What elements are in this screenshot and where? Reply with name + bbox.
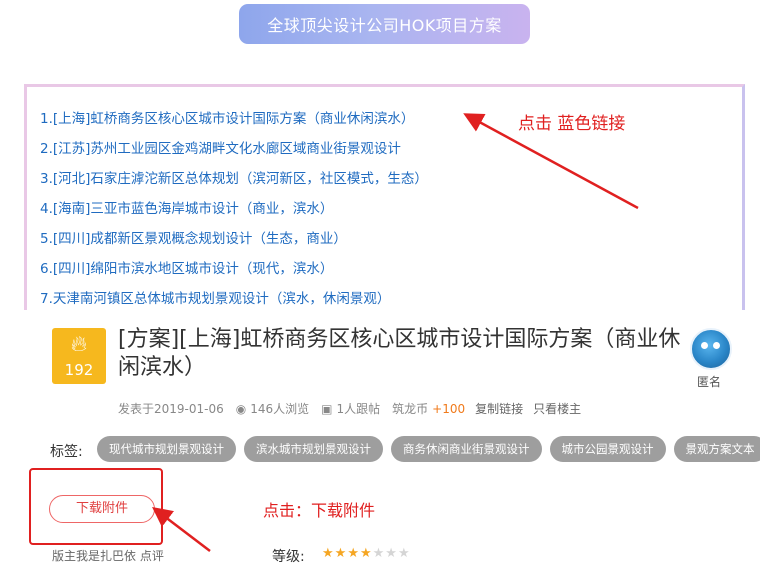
- rating-stars: ★★★★★★★: [322, 546, 411, 561]
- download-attachment-button[interactable]: 下载附件: [49, 495, 155, 523]
- reply-icon: ▣: [321, 401, 333, 416]
- annotation-click-download: 点击：下载附件: [263, 501, 376, 520]
- star-empty-icon: ★: [372, 546, 386, 561]
- star-filled-icon: ★: [322, 546, 335, 561]
- only-author-button[interactable]: 只看楼主: [533, 400, 581, 417]
- star-empty-icon: ★: [385, 546, 398, 561]
- project-link[interactable]: 7.天津南河镇区总体城市规划景观设计（滨水，休闲景观）: [40, 284, 428, 314]
- project-link-list: 1.[上海]虹桥商务区核心区城市设计国际方案（商业休闲滨水） 2.[江苏]苏州工…: [40, 104, 428, 314]
- tag[interactable]: 景观方案文本: [673, 436, 760, 462]
- avatar[interactable]: [690, 328, 732, 370]
- star-filled-icon: ★: [359, 546, 373, 561]
- project-link[interactable]: 3.[河北]石家庄滹沱新区总体规划（滨河新区，社区模式，生态）: [40, 164, 428, 194]
- flame-icon: 🔥︎: [70, 332, 88, 357]
- coin-label: 筑龙币: [392, 402, 429, 416]
- project-link[interactable]: 4.[海南]三亚市蓝色海岸城市设计（商业，滨水）: [40, 194, 428, 224]
- tag[interactable]: 滨水城市规划景观设计: [244, 436, 383, 462]
- copy-link-button[interactable]: 复制链接: [475, 400, 523, 417]
- project-banner: 全球顶尖设计公司HOK项目方案: [239, 4, 530, 44]
- avatar-eye: [713, 342, 720, 349]
- heat-count: 192: [64, 361, 94, 379]
- reply-count: 1人跟帖: [336, 402, 381, 416]
- grade-label: 等级:: [272, 549, 305, 565]
- tag[interactable]: 商务休闲商业街景观设计: [391, 436, 542, 462]
- post-date: 发表于2019-01-06: [118, 402, 224, 416]
- tag[interactable]: 现代城市规划景观设计: [97, 436, 236, 462]
- post-title: [方案][上海]虹桥商务区核心区城市设计国际方案（商业休闲滨水）: [118, 327, 681, 380]
- tag-list: 现代城市规划景观设计 滨水城市规划景观设计 商务休闲商业街景观设计 城市公园景观…: [97, 436, 760, 462]
- project-link[interactable]: 1.[上海]虹桥商务区核心区城市设计国际方案（商业休闲滨水）: [40, 104, 428, 134]
- annotation-click-blue-link: 点击 蓝色链接: [518, 114, 626, 134]
- heat-badge: 🔥︎ 192: [52, 328, 106, 384]
- post-meta: 发表于2019-01-06 ◉ 146人浏览 ▣ 1人跟帖 筑龙币 +100 复…: [118, 400, 591, 417]
- project-link[interactable]: 5.[四川]成都新区景观概念规划设计（生态，商业）: [40, 224, 428, 254]
- coin-value: +100: [432, 401, 466, 416]
- project-link[interactable]: 2.[江苏]苏州工业园区金鸡湖畔文化水廊区域商业街景观设计: [40, 134, 428, 164]
- tags-label: 标签:: [50, 444, 83, 460]
- project-link[interactable]: 6.[四川]绵阳市滨水地区城市设计（现代，滨水）: [40, 254, 428, 284]
- view-count: 146人浏览: [250, 402, 310, 416]
- moderator-comment-hint: 版主我是扎巴依 点评: [52, 549, 164, 563]
- star-empty-icon: ★: [397, 546, 411, 561]
- star-filled-icon: ★: [334, 546, 348, 561]
- author-name[interactable]: 匿名: [697, 373, 721, 390]
- tag[interactable]: 城市公园景观设计: [549, 436, 666, 462]
- avatar-eye: [701, 342, 708, 349]
- star-filled-icon: ★: [347, 546, 360, 561]
- eye-icon: ◉: [235, 401, 247, 416]
